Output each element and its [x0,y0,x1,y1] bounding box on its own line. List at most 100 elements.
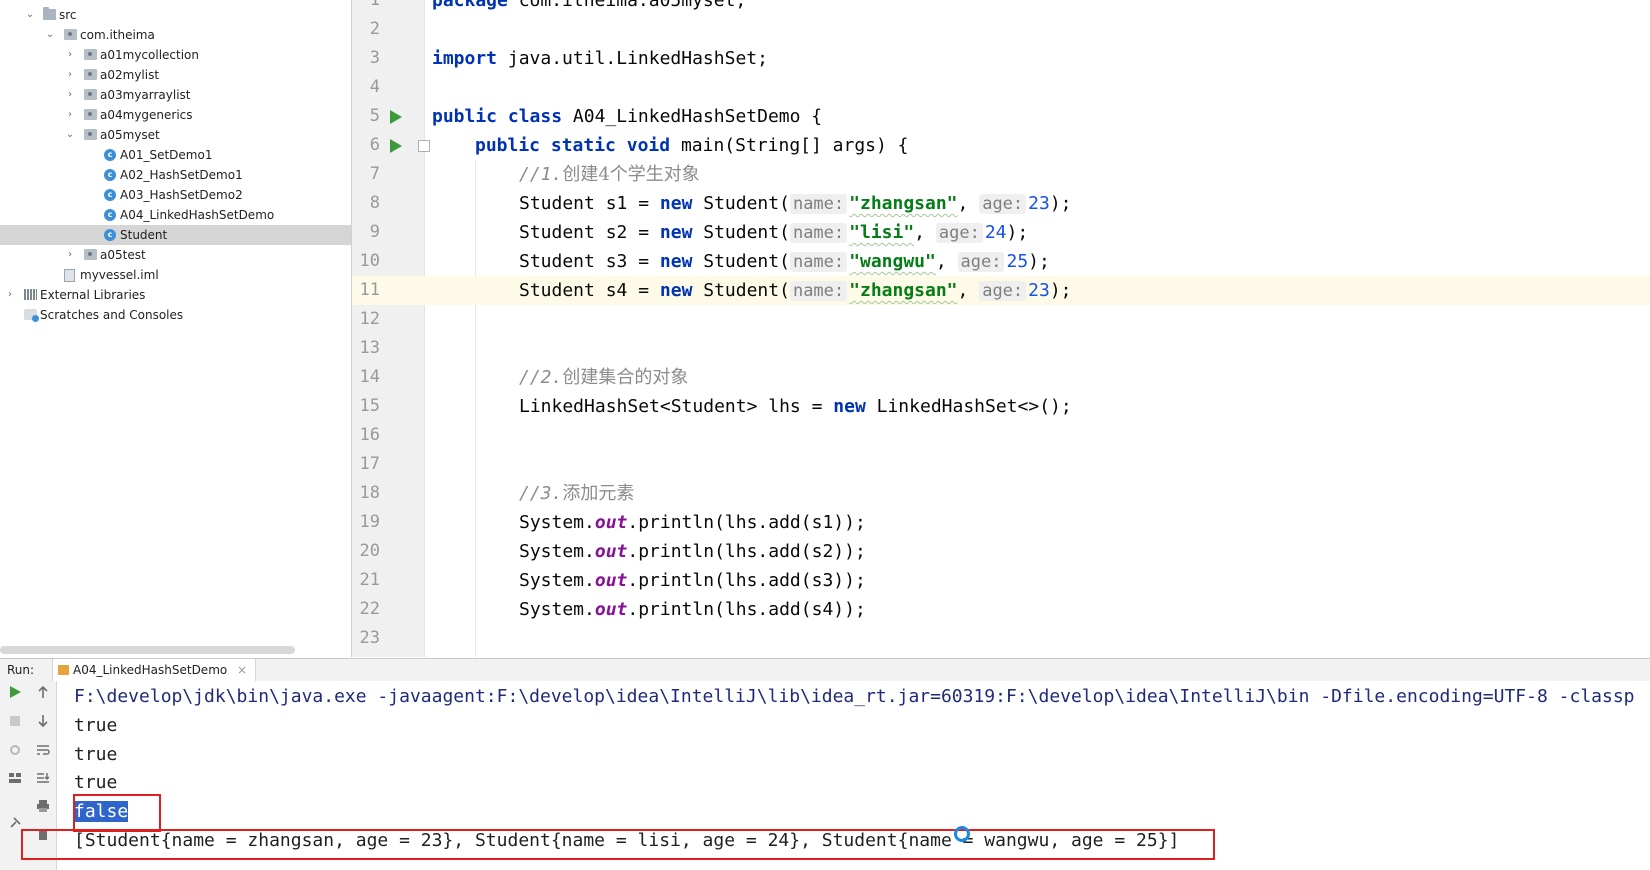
code-line[interactable]: 3 import java.util.LinkedHashSet; [352,44,1650,73]
tree-item[interactable]: ⌄ com.itheima [0,25,351,45]
soft-wrap-icon [37,745,50,755]
code-text: //1.创建4个学生对象 [519,164,700,185]
code-text: public class A04_LinkedHashSetDemo { [432,106,823,127]
line-number: 7 [369,164,380,184]
run-tab[interactable]: A04_LinkedHashSetDemo × [52,659,257,681]
class-icon: c [104,149,116,161]
tree-item-label: com.itheima [80,28,155,42]
project-tree: ⌄ src ⌄ com.itheima › a01mycollection › a02myli… [0,0,352,657]
line-number: 12 [359,309,380,329]
stop-button[interactable] [6,714,24,732]
print-icon [37,800,49,812]
tree-item-label: A02_HashSetDemo1 [120,168,243,182]
code-line[interactable]: 13 [352,334,1650,363]
debug-settings-button[interactable] [6,743,24,761]
package-icon [84,249,97,260]
tree-item-label: myvessel.iml [80,268,159,282]
tree-item[interactable]: c A04_LinkedHashSetDemo [0,205,351,225]
chevron-right-icon[interactable]: › [64,105,76,125]
code-line[interactable]: 2 [352,15,1650,44]
tree-item[interactable]: ⌄ a05myset [0,125,351,145]
tree-item[interactable]: ⌄ src [0,5,351,25]
console-output-line: true [74,715,118,736]
code-line[interactable]: 23 [352,624,1650,653]
tree-item[interactable]: c A03_HashSetDemo2 [0,185,351,205]
chevron-right-icon[interactable]: › [4,285,16,305]
code-line[interactable]: 21 System.out.println(lhs.add(s3)); [352,566,1650,595]
code-line[interactable]: 15 LinkedHashSet<Student> lhs = new Linke… [352,392,1650,421]
code-line[interactable]: 12 [352,305,1650,334]
code-line[interactable]: 5 public class A04_LinkedHashSetDemo { [352,102,1650,131]
tree-item[interactable]: › External Libraries [0,285,351,305]
code-line[interactable]: 17 [352,450,1650,479]
line-number: 9 [369,222,380,242]
chevron-right-icon[interactable]: › [64,45,76,65]
line-number: 17 [359,454,380,474]
run-tool-window-header: Run: A04_LinkedHashSetDemo × [0,658,1650,682]
tree-item[interactable]: c A02_HashSetDemo1 [0,165,351,185]
code-line[interactable]: 4 [352,73,1650,102]
class-icon: c [104,229,116,241]
run-gutter-icon[interactable] [390,139,402,153]
rerun-button[interactable] [6,685,24,703]
package-icon [84,129,97,140]
line-number: 15 [359,396,380,416]
tree-item[interactable]: › a02mylist [0,65,351,85]
chevron-down-icon[interactable]: ⌄ [44,25,56,45]
console-output-line: true [74,744,118,765]
code-line[interactable]: 19 System.out.println(lhs.add(s1)); [352,508,1650,537]
tree-item[interactable]: › a01mycollection [0,45,351,65]
code-line[interactable]: 11 Student s4 = new Student(name: "zhangsa… [352,276,1650,305]
cursor-indicator [954,826,970,842]
code-line[interactable]: 6 public static void main(String[] args) … [352,131,1650,160]
tree-item[interactable]: Scratches and Consoles [0,305,351,325]
code-line[interactable]: 14 //2.创建集合的对象 [352,363,1650,392]
code-line[interactable]: 9 Student s2 = new Student(name: "lisi", a… [352,218,1650,247]
line-number: 4 [369,77,380,97]
tree-item[interactable]: › a04mygenerics [0,105,351,125]
tree-item-label: src [59,8,77,22]
scroll-up-button[interactable] [34,685,52,703]
tree-item[interactable]: c A01_SetDemo1 [0,145,351,165]
code-line[interactable]: 8 Student s1 = new Student(name: "zhangsan… [352,189,1650,218]
fold-icon[interactable] [418,140,430,152]
soft-wrap-button[interactable] [34,743,52,761]
code-line[interactable]: 7 //1.创建4个学生对象 [352,160,1650,189]
code-editor[interactable]: 1 package com.itheima.a05myset; 2 3 import j… [352,0,1650,657]
restore-layout-button[interactable] [6,771,24,789]
scroll-down-button[interactable] [34,714,52,732]
line-number: 10 [359,251,380,271]
run-gutter-icon[interactable] [390,110,402,124]
tree-horizontal-scrollbar[interactable] [0,646,295,654]
code-text: package com.itheima.a05myset; [432,0,747,11]
folder-icon [43,7,56,20]
pin-icon [10,817,21,828]
code-line[interactable]: 18 //3.添加元素 [352,479,1650,508]
tree-item[interactable]: c Student [0,225,351,245]
tree-item-label: External Libraries [40,288,146,302]
scroll-to-end-button[interactable] [34,771,52,789]
code-line[interactable]: 1 package com.itheima.a05myset; [352,0,1650,15]
code-text: Student s1 = new Student(name: "zhangsan"… [519,193,1072,214]
code-line[interactable]: 20 System.out.println(lhs.add(s2)); [352,537,1650,566]
chevron-right-icon[interactable]: › [64,65,76,85]
line-number: 16 [359,425,380,445]
chevron-down-icon[interactable]: ⌄ [24,5,36,25]
print-button[interactable] [34,799,52,817]
code-line[interactable]: 10 Student s3 = new Student(name: "wangwu"… [352,247,1650,276]
code-text: System.out.println(lhs.add(s3)); [519,570,866,591]
chevron-down-icon[interactable]: ⌄ [64,125,76,145]
chevron-right-icon[interactable]: › [64,245,76,265]
line-number: 8 [369,193,380,213]
stop-icon [10,716,20,726]
tree-item[interactable]: myvessel.iml [0,265,351,285]
tree-item[interactable]: › a05test [0,245,351,265]
code-line[interactable]: 16 [352,421,1650,450]
tree-item[interactable]: › a03myarraylist [0,85,351,105]
chevron-right-icon[interactable]: › [64,85,76,105]
code-line[interactable]: 22 System.out.println(lhs.add(s4)); [352,595,1650,624]
close-icon[interactable]: × [237,663,247,677]
arrow-down-icon [38,715,48,728]
tree-item-label: a05myset [100,128,160,142]
line-number: 2 [369,19,380,39]
